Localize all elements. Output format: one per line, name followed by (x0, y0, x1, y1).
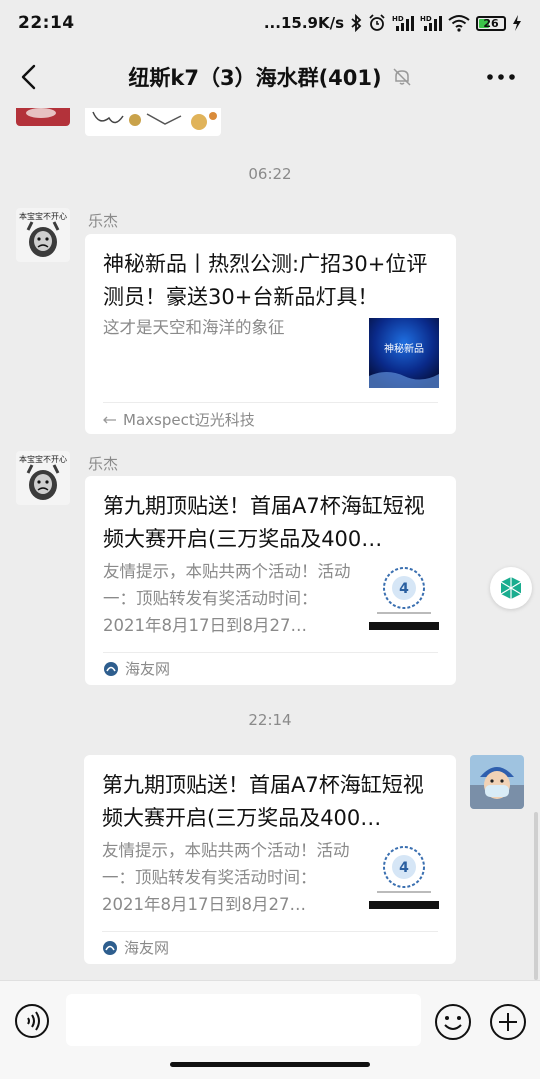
avatar-image: 本宝宝不开心 (16, 451, 70, 505)
bluetooth-icon (351, 14, 362, 32)
avatar-caption: 本宝宝不开心 (19, 211, 67, 221)
wifi-icon (448, 15, 470, 32)
avatar[interactable]: 本宝宝不开心 (16, 208, 70, 262)
plus-icon[interactable] (489, 1003, 527, 1041)
svg-text:4: 4 (399, 581, 409, 597)
signal-hd-icon: HD (392, 15, 414, 31)
chat-title: 纽斯k7（3）海水群(401) (128, 66, 382, 90)
card-title: 第九期顶贴送！首届A7杯海缸短视频大赛开启(三万奖品及400… (103, 494, 425, 551)
charging-icon (513, 15, 521, 31)
card-divider (103, 652, 438, 653)
status-bar: 22:14 ...15.9K/s HD HD 26 (0, 0, 540, 46)
card-thumbnail: 4 (369, 839, 439, 909)
status-icons: ...15.9K/s HD HD 26 (264, 14, 522, 32)
card-source-name: 海友网 (125, 660, 171, 678)
avatar-image (470, 755, 524, 809)
svg-text:4: 4 (399, 860, 409, 876)
svg-text:HD: HD (420, 15, 432, 23)
link-card[interactable]: 第九期顶贴送！首届A7杯海缸短视频大赛开启(三万奖品及400… 友情提示，本贴共… (85, 476, 456, 685)
home-indicator[interactable] (170, 1062, 370, 1067)
voice-input-icon[interactable] (14, 1003, 50, 1039)
card-description: 这才是天空和海洋的象征 (103, 318, 285, 337)
time-divider: 06:22 (248, 165, 292, 183)
haiyouwang-logo-icon (104, 661, 118, 676)
emoji-icon[interactable] (434, 1003, 472, 1041)
network-speed: ...15.9K/s (263, 14, 344, 32)
avatar-caption: 本宝宝不开心 (19, 454, 67, 464)
card-source: Maxspect迈光科技 (103, 409, 255, 430)
sticker-image-partial (85, 108, 221, 136)
sender-name: 乐杰 (88, 455, 119, 473)
avatar[interactable]: 本宝宝不开心 (16, 451, 70, 505)
card-divider (102, 931, 438, 932)
floating-mini-program-button[interactable] (490, 567, 532, 609)
signal-hd-icon: HD (420, 15, 442, 31)
card-title: 神秘新品丨热烈公测:广招30+位评测员！豪送30+台新品灯具！ (103, 252, 428, 309)
card-source-name: Maxspect迈光科技 (123, 411, 255, 429)
self-avatar[interactable] (470, 755, 524, 809)
thumb-caption: 神秘新品 (384, 342, 424, 355)
card-source: 海友网 (102, 937, 169, 958)
back-arrow-icon[interactable] (16, 63, 44, 91)
haiyouwang-logo-icon (103, 940, 117, 955)
chat-header: 纽斯k7（3）海水群(401) (0, 46, 540, 108)
message-input[interactable] (66, 994, 421, 1046)
scrollbar[interactable] (534, 812, 538, 980)
avatar-image: 本宝宝不开心 (16, 208, 70, 262)
card-thumbnail: 神秘新品 (369, 318, 439, 388)
status-time: 22:14 (18, 13, 75, 33)
link-card[interactable]: 神秘新品丨热烈公测:广招30+位评测员！豪送30+台新品灯具！ 这才是天空和海洋… (85, 234, 456, 434)
card-description: 友情提示，本贴共两个活动！活动一：顶贴转发有奖活动时间：2021年8月17日到8… (102, 841, 350, 914)
time-divider: 22:14 (248, 711, 292, 729)
svg-text:HD: HD (392, 15, 404, 23)
cube-icon (500, 577, 522, 599)
card-source-name: 海友网 (124, 939, 170, 957)
card-thumbnail: 4 (369, 560, 439, 630)
mute-bell-icon (393, 68, 411, 86)
previous-message-partial (16, 108, 70, 126)
card-title: 第九期顶贴送！首届A7杯海缸短视频大赛开启(三万奖品及400… (102, 773, 424, 830)
battery-icon: 26 (476, 15, 506, 31)
maxspect-logo-icon (103, 416, 116, 423)
link-card[interactable]: 第九期顶贴送！首届A7杯海缸短视频大赛开启(三万奖品及400… 友情提示，本贴共… (84, 755, 456, 964)
alarm-icon (369, 14, 385, 31)
more-dots-icon[interactable] (486, 68, 516, 86)
card-description: 友情提示，本贴共两个活动！活动一：顶贴转发有奖活动时间：2021年8月17日到8… (103, 562, 351, 635)
card-source: 海友网 (103, 658, 170, 679)
sender-name: 乐杰 (88, 212, 119, 230)
card-divider (103, 402, 438, 403)
